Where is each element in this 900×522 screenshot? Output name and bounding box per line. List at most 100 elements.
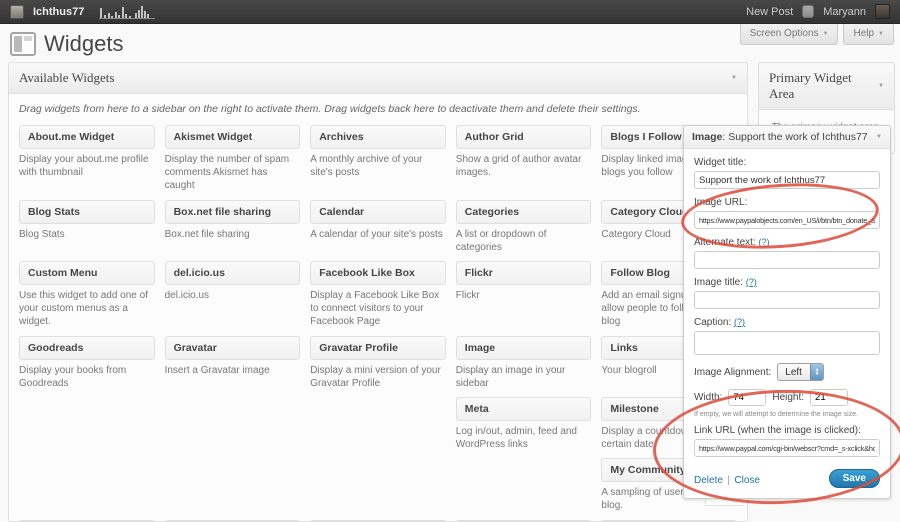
admin-bar: Ichthus77 New Post Maryann [0,0,900,24]
widget-panel-footer: Delete | Close Save [694,465,880,492]
widget-card-title[interactable]: Categories [456,200,592,224]
primary-widget-area-header[interactable]: Primary Widget Area ▼ [759,63,894,110]
widget-card-title[interactable]: del.icio.us [165,261,301,285]
alignment-row: Image Alignment: Left ▲▼ [694,363,880,381]
widget-card-description: Display your books from Goodreads [19,364,155,390]
user-name-link[interactable]: Maryann [823,6,866,18]
widget-card-title[interactable]: Author Grid [456,125,592,149]
widget-card-description: Insert a Gravatar image [165,364,301,377]
widget-card: Custom Menu Use this widget to add one o… [19,261,155,329]
size-note: If empty, we will attempt to determine t… [694,411,880,418]
alignment-select[interactable]: Left ▲▼ [777,363,824,381]
widget-card: Flickr Flickr [456,261,592,329]
site-name-link[interactable]: Ichthus77 [33,6,84,18]
stats-sparkline-icon[interactable] [99,4,155,19]
widget-title-input[interactable] [694,171,880,189]
widget-card-title[interactable]: Akismet Widget [165,125,301,149]
widget-card-title[interactable]: Gravatar [165,336,301,360]
toggle-arrow-icon[interactable]: ▼ [731,75,737,81]
footer-links: Delete | Close [694,470,760,488]
widget-title-field-group: Widget title: [694,157,880,189]
help-tab[interactable]: Help ▼ [843,24,894,45]
image-widget-header-title: Image: Support the work of Ichthus77 [692,131,868,143]
widget-card-description: Blog Stats [19,228,155,241]
image-title-input[interactable] [694,291,880,309]
image-widget-header[interactable]: Image: Support the work of Ichthus77 ▼ [684,126,890,149]
widget-card: Author Grid Show a grid of author avatar… [456,125,592,193]
height-input[interactable] [810,389,848,406]
save-button[interactable]: Save [829,469,880,488]
alignment-selected-value: Left [778,367,810,378]
link-separator: | [727,475,730,486]
widget-card-title[interactable]: Archives [310,125,446,149]
image-title-field-group: Image title: (?) [694,277,880,309]
link-url-field-group: Link URL (when the image is clicked): [694,425,880,457]
toggle-arrow-icon[interactable]: ▼ [876,134,882,140]
delete-link[interactable]: Delete [694,475,723,486]
alternate-text-field-group: Alternate text: (?) [694,237,880,269]
widget-card: Goodreads Display your books from Goodre… [19,336,155,390]
width-input[interactable] [728,389,766,406]
alignment-label: Image Alignment: [694,367,771,378]
alternate-text-help-link[interactable]: (?) [758,237,769,247]
widget-card-description: Display a mini version of your Gravatar … [310,364,446,390]
site-avatar [10,5,24,19]
size-row: Width: Height: [694,389,880,406]
widget-card-description: Display your about.me profile with thumb… [19,153,155,179]
widget-card: Gravatar Profile Display a mini version … [310,336,446,390]
header-tabs: Screen Options ▼ Help ▼ [740,24,894,45]
widget-card-title[interactable]: Meta [456,397,592,421]
image-url-label: Image URL: [694,197,880,208]
page-title: Widgets [44,31,123,57]
primary-widget-area-title: Primary Widget Area [769,70,878,102]
widget-card: Calendar A calendar of your site's posts [310,200,446,254]
link-url-label: Link URL (when the image is clicked): [694,425,880,436]
widget-card-title[interactable]: Box.net file sharing [165,200,301,224]
close-link[interactable]: Close [734,475,760,486]
widget-card-title[interactable]: Flickr [456,261,592,285]
widget-card-title[interactable]: Custom Menu [19,261,155,285]
image-title-help-link[interactable]: (?) [746,277,757,287]
widget-card: Akismet Widget Display the number of spa… [165,125,301,193]
widgets-icon [10,32,36,56]
image-title-label: Image title: (?) [694,277,880,288]
available-widgets-header[interactable]: Available Widgets ▼ [9,63,747,94]
caption-label: Caption: (?) [694,317,880,328]
widget-card: Box.net file sharing Box.net file sharin… [165,200,301,254]
widget-card-title[interactable]: Facebook Like Box [310,261,446,285]
chevron-down-icon: ▼ [823,31,829,37]
alternate-text-input[interactable] [694,251,880,269]
screen-options-tab[interactable]: Screen Options ▼ [740,24,839,45]
caption-help-link[interactable]: (?) [734,317,745,327]
notifications-icon[interactable] [802,5,814,18]
image-url-field-group: Image URL: [694,197,880,229]
caption-input[interactable] [694,331,880,355]
widget-card-title[interactable]: Gravatar Profile [310,336,446,360]
widget-card-description: Box.net file sharing [165,228,301,241]
image-url-input[interactable] [694,211,880,229]
widget-card-description: Display an image in your sidebar [456,364,592,390]
widget-card: Gravatar Insert a Gravatar image [165,336,301,390]
screen-options-label: Screen Options [750,28,819,39]
widget-card: About.me Widget Display your about.me pr… [19,125,155,193]
image-widget-form: Widget title: Image URL: Alternate text:… [684,149,890,498]
widget-card-title[interactable]: Image [456,336,592,360]
alternate-text-label: Alternate text: (?) [694,237,880,248]
widget-card-title[interactable]: Blog Stats [19,200,155,224]
link-url-input[interactable] [694,439,880,457]
available-widgets-panel: Available Widgets ▼ Drag widgets from he… [8,62,748,522]
widget-card: Categories A list or dropdown of categor… [456,200,592,254]
widget-card-description: A list or dropdown of categories [456,228,592,254]
widget-card-description: A monthly archive of your site's posts [310,153,446,179]
new-post-link[interactable]: New Post [746,6,793,18]
page-header: Widgets [10,31,123,57]
widget-card-description: A calendar of your site's posts [310,228,446,241]
height-label: Height: [772,392,804,403]
toggle-arrow-icon[interactable]: ▼ [878,83,884,89]
widget-card-title[interactable]: About.me Widget [19,125,155,149]
widget-card: Blog Stats Blog Stats [19,200,155,254]
available-widgets-title: Available Widgets [19,70,114,86]
widget-card-title[interactable]: Goodreads [19,336,155,360]
widget-card-title[interactable]: Calendar [310,200,446,224]
widget-card-description: Use this widget to add one of your custo… [19,289,155,329]
